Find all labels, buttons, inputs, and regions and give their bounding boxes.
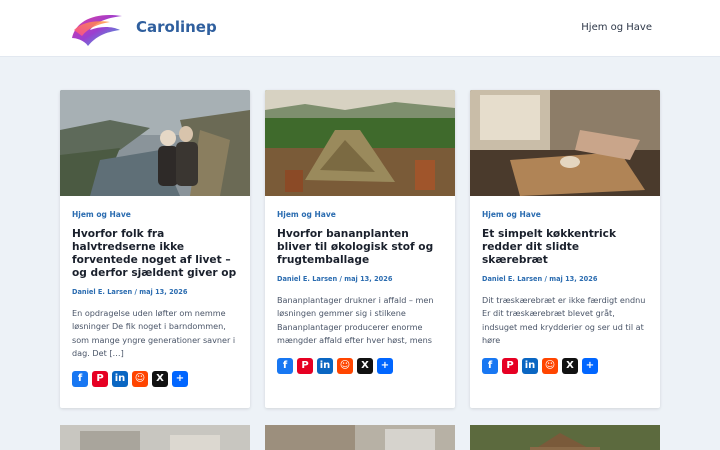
share-buttons: f P in ☺ X + xyxy=(277,358,443,374)
post-date[interactable]: maj 13, 2026 xyxy=(344,275,392,283)
post-card-partial xyxy=(265,425,455,450)
share-buttons: f P in ☺ X + xyxy=(482,358,648,374)
post-title[interactable]: Hvorfor bananplanten bliver til økologis… xyxy=(277,228,443,267)
post-excerpt: Bananplantager drukner i affald – men lø… xyxy=(277,295,434,346)
nav-item-hjem-og-have[interactable]: Hjem og Have xyxy=(581,22,652,33)
linkedin-icon[interactable]: in xyxy=(112,371,128,387)
post-card: Hjem og Have Et simpelt køkkentrick redd… xyxy=(470,90,660,408)
post-card-partial xyxy=(470,425,660,450)
post-category[interactable]: Hjem og Have xyxy=(277,210,443,219)
post-image-partial[interactable] xyxy=(470,425,660,450)
post-card-partial xyxy=(60,425,250,450)
share-icon[interactable]: + xyxy=(582,358,598,374)
post-date[interactable]: maj 13, 2026 xyxy=(549,275,597,283)
post-date[interactable]: maj 13, 2026 xyxy=(139,288,187,296)
post-image-banana-plantation[interactable] xyxy=(265,90,455,196)
post-meta: Daniel E. Larsen / maj 13, 2026 xyxy=(277,275,393,283)
post-image-partial[interactable] xyxy=(265,425,455,450)
post-category[interactable]: Hjem og Have xyxy=(72,210,238,219)
facebook-icon[interactable]: f xyxy=(482,358,498,374)
x-icon[interactable]: X xyxy=(152,371,168,387)
x-icon[interactable]: X xyxy=(357,358,373,374)
x-icon[interactable]: X xyxy=(562,358,578,374)
post-excerpt: En opdragelse uden løfter om nemme løsni… xyxy=(72,308,236,359)
share-icon[interactable]: + xyxy=(172,371,188,387)
pinterest-icon[interactable]: P xyxy=(502,358,518,374)
linkedin-icon[interactable]: in xyxy=(522,358,538,374)
share-icon[interactable]: + xyxy=(377,358,393,374)
reddit-icon[interactable]: ☺ xyxy=(337,358,353,374)
post-title[interactable]: Et simpelt køkkentrick redder dit slidte… xyxy=(482,228,648,267)
post-card: Hjem og Have Hvorfor folk fra halvtredse… xyxy=(60,90,250,408)
post-card: Hjem og Have Hvorfor bananplanten bliver… xyxy=(265,90,455,408)
site-logo[interactable] xyxy=(66,8,126,50)
post-author[interactable]: Daniel E. Larsen xyxy=(482,275,542,283)
reddit-icon[interactable]: ☺ xyxy=(542,358,558,374)
post-image-couple-coast[interactable] xyxy=(60,90,250,196)
reddit-icon[interactable]: ☺ xyxy=(132,371,148,387)
site-title[interactable]: Carolinep xyxy=(136,18,217,36)
facebook-icon[interactable]: f xyxy=(277,358,293,374)
site-header: Carolinep Hjem og Have xyxy=(0,0,720,57)
post-author[interactable]: Daniel E. Larsen xyxy=(72,288,132,296)
post-title[interactable]: Hvorfor folk fra halvtredserne ikke forv… xyxy=(72,228,238,280)
share-buttons: f P in ☺ X + xyxy=(72,371,238,387)
post-image-partial[interactable] xyxy=(60,425,250,450)
post-meta: Daniel E. Larsen / maj 13, 2026 xyxy=(482,275,598,283)
post-category[interactable]: Hjem og Have xyxy=(482,210,648,219)
post-image-cutting-board[interactable] xyxy=(470,90,660,196)
post-excerpt: Dit træskærebræt er ikke færdigt endnu E… xyxy=(482,295,646,346)
post-author[interactable]: Daniel E. Larsen xyxy=(277,275,337,283)
pinterest-icon[interactable]: P xyxy=(92,371,108,387)
post-meta: Daniel E. Larsen / maj 13, 2026 xyxy=(72,288,188,296)
linkedin-icon[interactable]: in xyxy=(317,358,333,374)
pinterest-icon[interactable]: P xyxy=(297,358,313,374)
facebook-icon[interactable]: f xyxy=(72,371,88,387)
